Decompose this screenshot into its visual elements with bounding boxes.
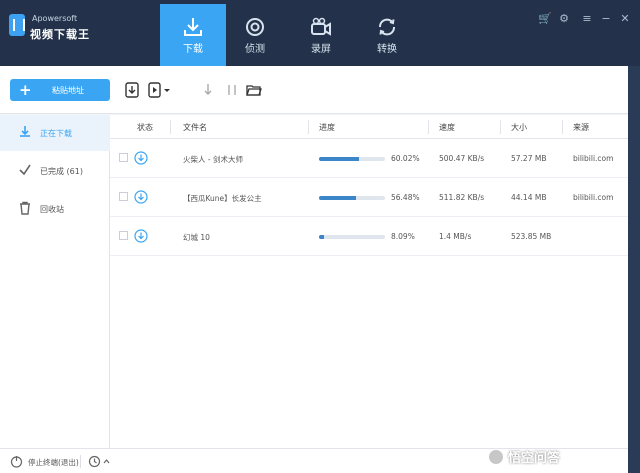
column-speed[interactable]: 速度 bbox=[439, 122, 455, 133]
status-divider bbox=[80, 455, 81, 468]
row-filename: 火柴人 - 剑术大师 bbox=[183, 155, 243, 164]
download-status-icon bbox=[134, 151, 148, 165]
row-size: 523.85 MB bbox=[511, 232, 552, 241]
tab-download[interactable]: 下载 bbox=[160, 4, 226, 66]
column-size[interactable]: 大小 bbox=[511, 122, 527, 133]
row-source: bilibili.com bbox=[573, 193, 614, 202]
download-table: 状态 文件名 进度 速度 大小 来源 火柴人 - 剑术大师 60.02% 500… bbox=[110, 115, 628, 448]
convert-icon bbox=[379, 18, 395, 36]
row-size: 57.27 MB bbox=[511, 154, 547, 163]
sidebar-item-label: 回收站 bbox=[40, 205, 64, 214]
column-divider[interactable] bbox=[308, 120, 309, 134]
trash-icon bbox=[20, 201, 30, 215]
app-title: 视频下载王 bbox=[30, 28, 90, 41]
row-progress-text: 56.48% bbox=[391, 193, 420, 202]
tab-label: 录屏 bbox=[311, 44, 331, 55]
download-list-icon[interactable] bbox=[124, 82, 140, 98]
row-progress-text: 60.02% bbox=[391, 154, 420, 163]
column-filename[interactable]: 文件名 bbox=[183, 122, 207, 133]
table-row[interactable]: 【西瓜Kune】长发公主 56.48% 511.82 KB/s 44.14 MB… bbox=[110, 178, 628, 217]
table-header: 状态 文件名 进度 速度 大小 来源 bbox=[110, 115, 628, 139]
video-camera-icon bbox=[311, 17, 331, 36]
download-status-icon bbox=[134, 190, 148, 204]
paste-url-label: 粘贴地址 bbox=[52, 86, 84, 95]
sidebar-item-completed[interactable]: 已完成 (61) bbox=[0, 153, 110, 189]
menu-icon[interactable]: ≡ bbox=[580, 12, 594, 26]
sidebar-item-label: 已完成 (61) bbox=[40, 167, 83, 176]
settings-icon[interactable]: ⚙ bbox=[557, 12, 571, 26]
table-row[interactable]: 火柴人 - 剑术大师 60.02% 500.47 KB/s 57.27 MB b… bbox=[110, 139, 628, 178]
minimize-icon[interactable]: − bbox=[599, 12, 613, 26]
chevron-down-icon[interactable] bbox=[163, 82, 171, 98]
progress-fill bbox=[319, 196, 357, 200]
stop-terminal-label[interactable]: 停止终端(退出) bbox=[28, 457, 79, 468]
tab-label: 侦测 bbox=[245, 44, 265, 55]
paste-url-button[interactable]: + 粘贴地址 bbox=[10, 79, 110, 101]
tab-convert[interactable]: 转换 bbox=[354, 4, 420, 66]
column-divider[interactable] bbox=[428, 120, 429, 134]
plus-icon: + bbox=[19, 81, 32, 99]
tab-record[interactable]: 录屏 bbox=[288, 4, 354, 66]
row-speed: 511.82 KB/s bbox=[439, 193, 485, 202]
row-filename: 幻城 10 bbox=[183, 233, 210, 242]
chevron-up-icon[interactable] bbox=[103, 458, 110, 465]
download-icon bbox=[20, 126, 30, 137]
window-edge bbox=[628, 66, 640, 473]
sidebar-item-downloading[interactable]: 正在下载 bbox=[0, 115, 110, 151]
column-divider[interactable] bbox=[170, 120, 171, 134]
progress-bar bbox=[319, 196, 385, 200]
column-source[interactable]: 来源 bbox=[573, 122, 589, 133]
power-icon[interactable] bbox=[10, 455, 23, 468]
brand-small: Apowersoft bbox=[32, 14, 78, 23]
watermark-text: 悟空问答 bbox=[508, 451, 561, 466]
pause-icon[interactable] bbox=[224, 82, 240, 98]
row-speed: 1.4 MB/s bbox=[439, 232, 472, 241]
progress-bar bbox=[319, 157, 385, 161]
row-progress-text: 8.09% bbox=[391, 232, 415, 241]
table-row[interactable]: 幻城 10 8.09% 1.4 MB/s 523.85 MB bbox=[110, 217, 628, 256]
clock-icon[interactable] bbox=[88, 455, 101, 468]
download-status-icon bbox=[134, 229, 148, 243]
row-checkbox[interactable] bbox=[119, 192, 128, 201]
column-progress[interactable]: 进度 bbox=[319, 122, 335, 133]
sidebar-item-recycle-bin[interactable]: 回收站 bbox=[0, 191, 110, 227]
row-checkbox[interactable] bbox=[119, 153, 128, 162]
target-icon bbox=[246, 18, 264, 36]
column-divider[interactable] bbox=[562, 120, 563, 134]
watermark-logo-icon bbox=[488, 449, 504, 465]
progress-bar bbox=[319, 235, 385, 239]
row-size: 44.14 MB bbox=[511, 193, 547, 202]
import-file-icon[interactable] bbox=[147, 82, 163, 98]
column-divider[interactable] bbox=[500, 120, 501, 134]
check-icon bbox=[19, 164, 31, 176]
download-tray-icon bbox=[184, 18, 202, 36]
progress-fill bbox=[319, 235, 325, 239]
row-source: bilibili.com bbox=[573, 154, 614, 163]
tab-label: 转换 bbox=[377, 44, 397, 55]
row-speed: 500.47 KB/s bbox=[439, 154, 485, 163]
app-logo-icon bbox=[9, 14, 25, 36]
title-bar: Apowersoft 视频下载王 下载 侦测 录屏 转换 🛒 ⚙ ≡ − ✕ bbox=[0, 0, 640, 66]
column-status[interactable]: 状态 bbox=[137, 122, 153, 133]
tab-label: 下载 bbox=[183, 44, 203, 55]
row-filename: 【西瓜Kune】长发公主 bbox=[183, 194, 262, 203]
start-download-icon[interactable] bbox=[200, 82, 216, 98]
folder-open-icon[interactable] bbox=[246, 82, 262, 98]
sidebar: 正在下载 已完成 (61) 回收站 bbox=[0, 115, 110, 448]
progress-fill bbox=[319, 157, 359, 161]
close-icon[interactable]: ✕ bbox=[618, 12, 632, 26]
toolbar: + 粘贴地址 bbox=[0, 66, 640, 114]
sidebar-item-label: 正在下载 bbox=[40, 129, 72, 138]
tab-detect[interactable]: 侦测 bbox=[222, 4, 288, 66]
cart-icon[interactable]: 🛒 bbox=[538, 12, 552, 26]
row-checkbox[interactable] bbox=[119, 231, 128, 240]
